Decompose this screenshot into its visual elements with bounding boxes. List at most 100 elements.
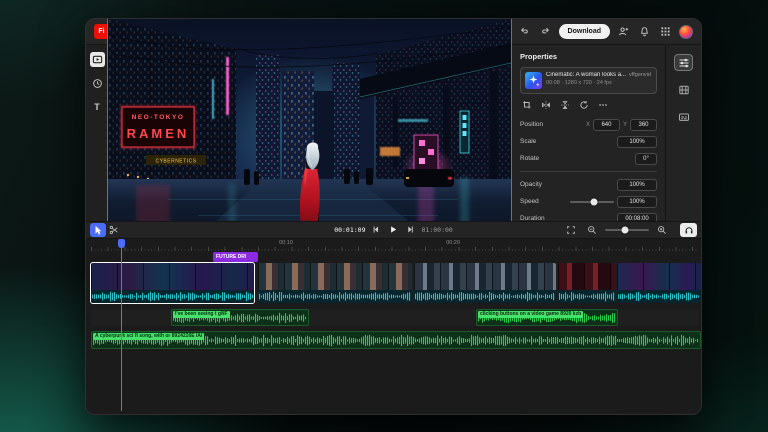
apps-grid-button[interactable] xyxy=(658,24,673,39)
transport-controls: 00:01:09 01:00:00 xyxy=(334,223,453,237)
scale-input[interactable]: 100% xyxy=(617,136,657,148)
music-clip[interactable]: A cyberpunk sci fi song, with or 8924226… xyxy=(91,331,701,349)
properties-panel-button[interactable] xyxy=(674,54,693,71)
fit-icon xyxy=(566,225,576,235)
left-toolbar: T xyxy=(86,45,108,221)
flip-horizontal-icon xyxy=(541,100,551,110)
speed-slider-knob[interactable] xyxy=(591,198,598,205)
audio-clip-2[interactable]: clicking buttons on a video game 8920 kz… xyxy=(476,309,618,326)
zoom-slider[interactable] xyxy=(605,229,649,231)
video-clip-2-thumbnails xyxy=(258,263,412,290)
bell-icon xyxy=(639,26,650,37)
video-clip-5-thumbnails xyxy=(617,263,701,290)
audio-clip-2-label: clicking buttons on a video game 8920 kz… xyxy=(478,311,583,318)
zoom-out-button[interactable] xyxy=(584,223,600,237)
video-clip-3[interactable] xyxy=(414,263,556,303)
flip-vertical-button[interactable] xyxy=(559,99,570,110)
position-x-value: 640 xyxy=(601,122,611,128)
current-timecode: 00:01:09 xyxy=(334,226,365,234)
step-forward-icon xyxy=(406,225,415,234)
video-clip-1-audio-waveform xyxy=(91,290,254,303)
opacity-row: Opacity 100% xyxy=(520,176,657,193)
video-clip-5[interactable] xyxy=(617,263,701,303)
speed-input[interactable]: 100% xyxy=(617,196,657,208)
clip-name-suffix: vffgenvid xyxy=(629,72,651,78)
step-back-button[interactable] xyxy=(371,223,383,237)
video-clip-1-selected[interactable] xyxy=(91,263,254,303)
share-invite-button[interactable] xyxy=(616,24,631,39)
total-timecode: 01:00:00 xyxy=(422,226,453,234)
crop-button[interactable] xyxy=(521,99,532,110)
video-clip-4-thumbnails xyxy=(558,263,615,290)
redo-button[interactable] xyxy=(538,24,553,39)
opacity-input[interactable]: 100% xyxy=(617,179,657,191)
selected-clip-card[interactable]: Cinematic: A woman looks a... vffgenvid … xyxy=(520,67,657,94)
timeline-zoom-controls xyxy=(563,223,697,237)
fit-timeline-button[interactable] xyxy=(563,223,579,237)
video-clip-2-audio-waveform xyxy=(258,290,412,303)
app-window: Fi Video editor (beta) Future Drift V1 /… xyxy=(85,18,702,415)
clip-thumbnail xyxy=(525,72,542,89)
zoom-slider-knob[interactable] xyxy=(621,226,628,233)
media-properties-button[interactable] xyxy=(674,81,693,98)
timeline[interactable]: 00:10 00:20 FUTURE DRI xyxy=(86,239,701,415)
clock-icon xyxy=(92,78,103,89)
playhead-line xyxy=(121,241,122,412)
timeline-toolbar: 00:01:09 01:00:00 xyxy=(86,221,701,239)
crop-icon xyxy=(522,100,532,110)
position-row: Position X 640 Y 360 xyxy=(520,116,657,133)
video-track xyxy=(91,263,701,303)
position-y-value: 360 xyxy=(638,122,648,128)
rotate-row: Rotate 0° xyxy=(520,150,657,167)
clip-meta: 00:08 · 1280 x 720 · 24 fps xyxy=(546,80,652,86)
audio-preview-button[interactable] xyxy=(680,223,697,237)
speed-slider[interactable] xyxy=(570,201,614,203)
y-axis-label: Y xyxy=(623,122,627,128)
main-area: T xyxy=(86,45,701,221)
firefly-logo[interactable]: Fi xyxy=(94,24,109,39)
select-tool-button[interactable] xyxy=(90,223,106,237)
history-panel-button[interactable] xyxy=(90,76,105,91)
position-x-input[interactable]: 640 xyxy=(593,119,620,131)
position-label: Position xyxy=(520,121,543,128)
position-y-input[interactable]: 360 xyxy=(630,119,657,131)
zoom-in-button[interactable] xyxy=(654,223,670,237)
music-clip-label: A cyberpunk sci fi song, with or 8924226… xyxy=(93,333,204,340)
scale-value: 100% xyxy=(629,139,644,145)
audio-clip-1[interactable]: I've been seeing t gNF xyxy=(171,309,309,326)
ruler-label-20s: 00:20 xyxy=(446,240,460,246)
play-button[interactable] xyxy=(388,223,400,237)
notifications-button[interactable] xyxy=(637,24,652,39)
apps-grid-icon xyxy=(660,26,671,37)
step-forward-button[interactable] xyxy=(405,223,417,237)
properties-panel: Properties Cinematic: A woman looks a...… xyxy=(511,45,665,221)
video-preview-frame[interactable]: NEO-TOKYO RAMEN CYBERNETICS xyxy=(108,19,511,246)
video-clip-4-audio-waveform xyxy=(558,290,615,303)
user-avatar[interactable] xyxy=(679,25,693,39)
video-clip-2[interactable] xyxy=(258,263,412,303)
video-clip-3-audio-waveform xyxy=(414,290,556,303)
neon-sign-neo-tokyo: NEO-TOKYO xyxy=(132,114,185,121)
media-panel-button[interactable] xyxy=(90,52,105,67)
flip-horizontal-button[interactable] xyxy=(540,99,551,110)
video-clip-4[interactable] xyxy=(558,263,615,303)
text-tool-button[interactable]: T xyxy=(90,100,105,115)
more-options-button[interactable] xyxy=(597,99,608,110)
video-preview-image: NEO-TOKYO RAMEN CYBERNETICS xyxy=(108,19,511,246)
more-icon xyxy=(598,100,608,110)
title-clip[interactable]: FUTURE DRI xyxy=(213,252,258,262)
undo-button[interactable] xyxy=(517,24,532,39)
neon-sign-ramen: RAMEN xyxy=(127,126,190,141)
duration-input[interactable]: 00:08:00 xyxy=(617,213,657,221)
cut-tool-button[interactable] xyxy=(106,223,122,237)
scale-label: Scale xyxy=(520,138,536,145)
speed-row: Speed 100% xyxy=(520,193,657,210)
rotate-input[interactable]: 0° xyxy=(635,153,657,165)
captions-panel-button[interactable] xyxy=(674,108,693,125)
timeline-ruler[interactable]: 00:10 00:20 xyxy=(91,239,699,251)
sfx-audio-track: I've been seeing t gNF clicking buttons … xyxy=(91,309,701,326)
download-button[interactable]: Download xyxy=(559,24,610,39)
divider xyxy=(520,171,657,172)
neon-sign-cybernetics: CYBERNETICS xyxy=(155,159,196,165)
rotate-button[interactable] xyxy=(578,99,589,110)
